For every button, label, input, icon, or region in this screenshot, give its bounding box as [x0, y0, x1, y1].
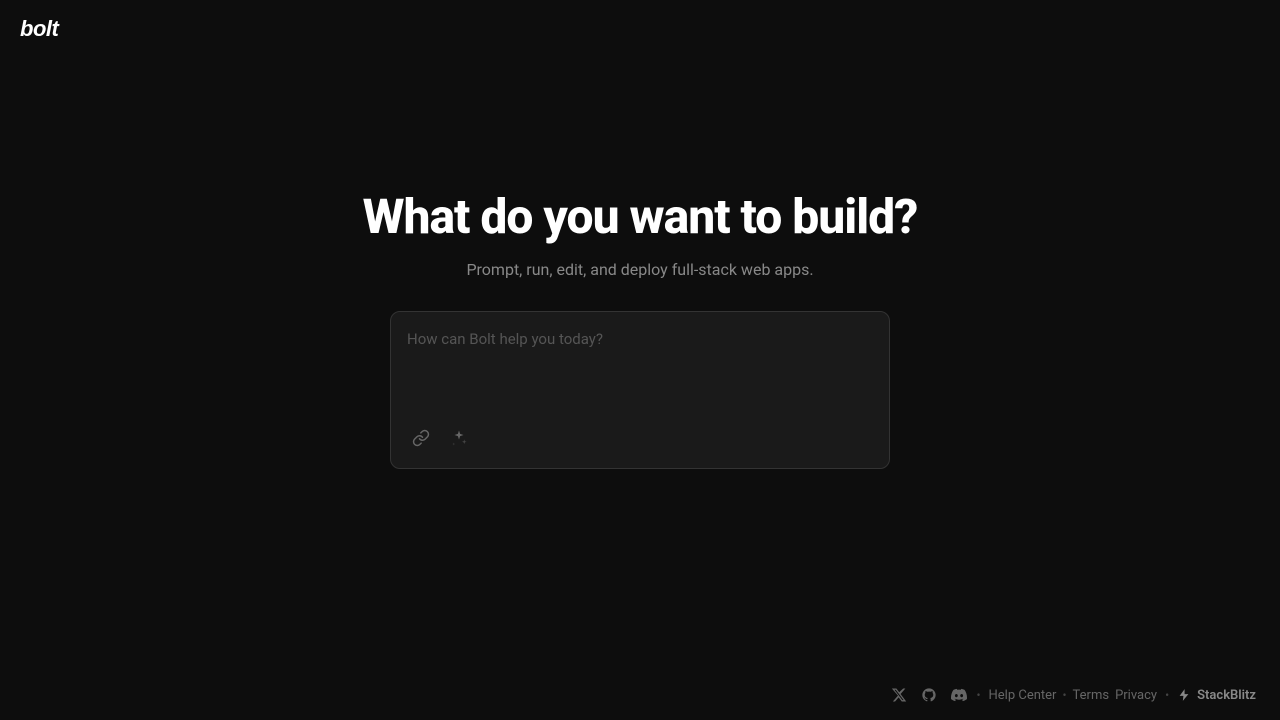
main-content: What do you want to build? Prompt, run, …	[0, 0, 1280, 720]
sparkle-icon	[450, 429, 468, 447]
privacy-link[interactable]: Privacy	[1115, 688, 1157, 703]
link-icon	[412, 429, 430, 447]
header: bolt	[0, 0, 1280, 58]
footer-dot-3: •	[1165, 688, 1169, 702]
footer-social-links	[890, 686, 968, 704]
terms-link[interactable]: Terms	[1073, 688, 1110, 703]
github-social-link[interactable]	[920, 686, 938, 704]
footer-dot-1: •	[976, 688, 980, 702]
stackblitz-brand: StackBlitz	[1177, 688, 1256, 703]
footer-links: Help Center • Terms Privacy	[989, 688, 1158, 703]
x-social-link[interactable]	[890, 686, 908, 704]
input-toolbar	[407, 424, 873, 452]
prompt-input-container	[390, 311, 890, 469]
attach-link-button[interactable]	[407, 424, 435, 452]
github-icon	[921, 687, 937, 703]
discord-social-link[interactable]	[950, 686, 968, 704]
stackblitz-icon	[1177, 688, 1191, 702]
prompt-input[interactable]	[407, 328, 873, 408]
help-center-link[interactable]: Help Center	[989, 688, 1057, 703]
logo: bolt	[20, 16, 58, 42]
footer-dot-2: •	[1062, 688, 1066, 702]
stackblitz-label: StackBlitz	[1197, 688, 1256, 703]
headline: What do you want to build?	[363, 191, 918, 244]
bolt-brand-icon	[1177, 688, 1191, 702]
subtitle: Prompt, run, edit, and deploy full-stack…	[466, 260, 813, 279]
footer: • Help Center • Terms Privacy • StackBli…	[0, 670, 1280, 720]
x-icon	[891, 687, 907, 703]
discord-icon	[951, 687, 967, 703]
enhance-button[interactable]	[445, 424, 473, 452]
